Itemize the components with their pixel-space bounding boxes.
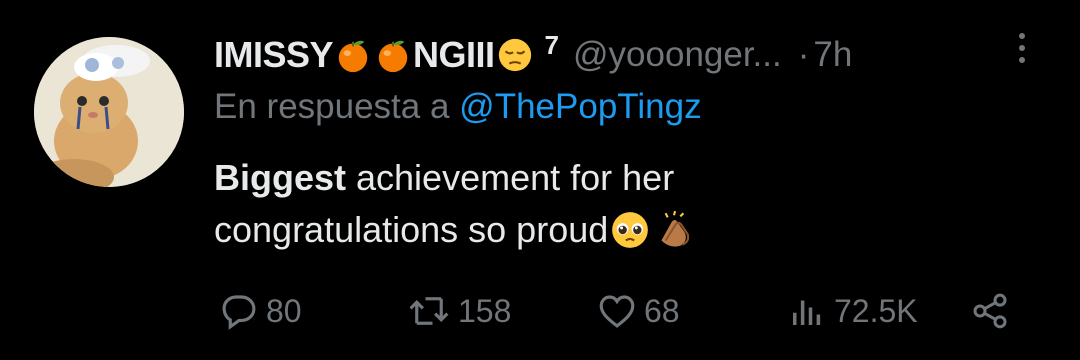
- user-handle[interactable]: @yooonger...: [573, 35, 782, 75]
- reply-prefix: En respuesta a: [214, 87, 450, 126]
- affiliate-badge: 7: [544, 29, 560, 60]
- more-options-icon[interactable]: [1014, 30, 1030, 70]
- reply-to-link[interactable]: @ThePopTingz: [459, 87, 701, 126]
- retweet-icon: [409, 297, 449, 325]
- line-2-text: congratulations so proud: [214, 209, 609, 250]
- tangerine-emoji-icon: [378, 40, 408, 73]
- display-name-part-1: IMISSY: [214, 34, 334, 75]
- display-name-part-2: NGIII: [413, 34, 495, 75]
- views-count: 72.5K: [834, 292, 918, 329]
- views-bar-chart-icon: [793, 300, 821, 325]
- separator-dot: ·: [797, 35, 810, 74]
- reply-button[interactable]: 80: [218, 286, 302, 336]
- reply-icon: [222, 295, 256, 330]
- retweet-count: 158: [458, 292, 512, 329]
- pensive-face-emoji-icon: [498, 38, 531, 72]
- reply-context: En respuesta a @ThePopTingz: [214, 87, 702, 127]
- like-button[interactable]: 68: [596, 286, 680, 336]
- reply-count: 80: [266, 292, 302, 329]
- bold-word: Biggest: [214, 157, 347, 198]
- display-name[interactable]: IMISSY NGIII: [214, 34, 535, 76]
- crying-cat-avatar-image: [34, 37, 184, 187]
- avatar[interactable]: [34, 37, 184, 187]
- retweet-button[interactable]: 158: [406, 286, 511, 336]
- views-button[interactable]: 72.5K: [786, 286, 918, 336]
- tweet-text: Biggest achievement for her congratulati…: [214, 152, 1014, 256]
- tweet-actions: 80 158 68 72.5K: [218, 286, 1018, 336]
- share-icon: [973, 293, 1007, 329]
- clapping-hands-emoji-icon: [661, 210, 690, 247]
- line-1-rest: achievement for her: [346, 157, 675, 198]
- tweet-line-1: Biggest achievement for her: [214, 152, 1014, 204]
- tweet-header: IMISSY NGIII 7 @yooonger... · 7h: [214, 30, 852, 80]
- timestamp[interactable]: 7h: [813, 35, 852, 75]
- share-button[interactable]: [970, 286, 1016, 336]
- tangerine-emoji-icon: [338, 40, 368, 73]
- heart-icon: [599, 295, 635, 328]
- like-count: 68: [644, 292, 680, 329]
- pleading-face-emoji-icon: [612, 212, 649, 248]
- tweet-line-2: congratulations so proud: [214, 204, 1014, 256]
